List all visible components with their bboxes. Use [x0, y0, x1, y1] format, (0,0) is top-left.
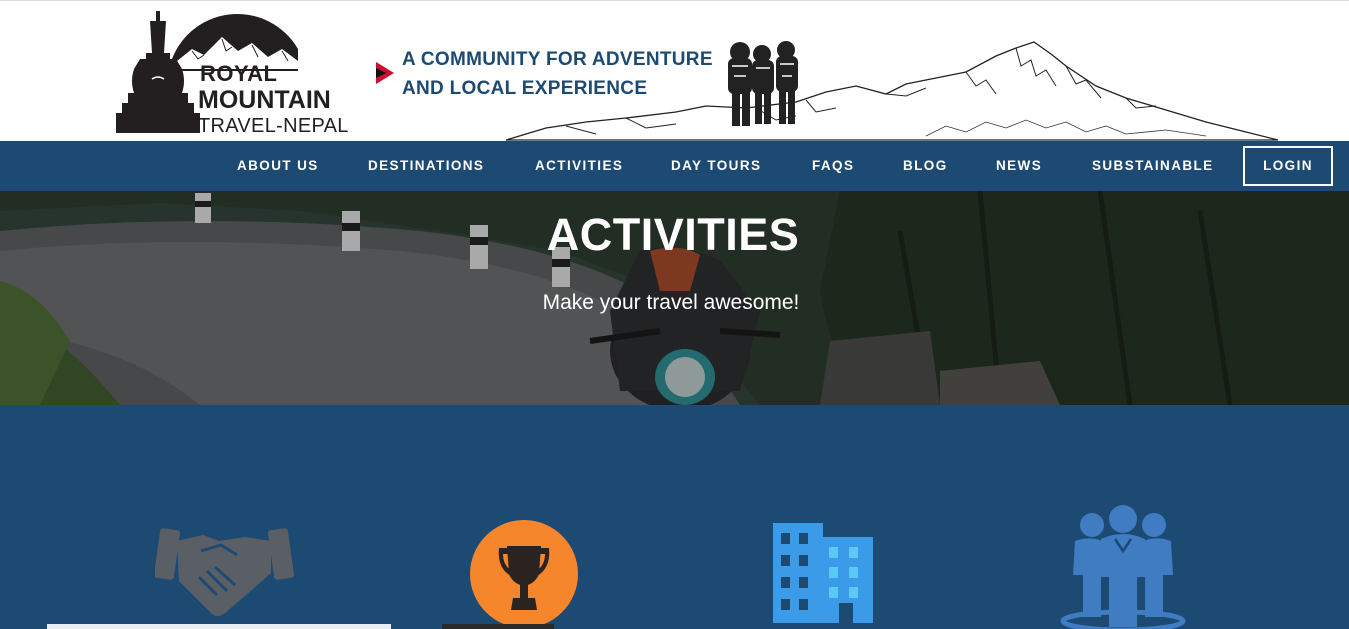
login-button[interactable]: LOGIN	[1243, 146, 1333, 186]
card-edge-2	[442, 624, 554, 629]
hero-title: ACTIVITIES	[546, 209, 800, 260]
site-logo[interactable]: ROYAL MOUNTAIN TRAVEL-NEPAL	[112, 9, 362, 139]
handshake-icon[interactable]	[155, 527, 295, 623]
nav-blog[interactable]: BLOG	[903, 141, 948, 191]
nav-news[interactable]: NEWS	[996, 141, 1042, 191]
logo-line-travel-nepal: TRAVEL-NEPAL	[198, 115, 349, 137]
hero-subtitle: Make your travel awesome!	[542, 291, 800, 314]
nav-about-us[interactable]: ABOUT US	[237, 141, 319, 191]
activities-section	[0, 405, 1349, 629]
tagline-arrow-inner-icon	[376, 68, 386, 78]
trophy-icon[interactable]	[469, 518, 579, 629]
card-edge-1	[47, 624, 391, 629]
main-navigation: ABOUT US DESTINATIONS ACTIVITIES DAY TOU…	[0, 141, 1349, 191]
nav-faqs[interactable]: FAQS	[812, 141, 854, 191]
logo-line-mountain: MOUNTAIN	[198, 86, 331, 114]
nav-substainable[interactable]: SUBSTAINABLE	[1092, 141, 1214, 191]
building-icon[interactable]	[773, 523, 873, 623]
nav-destinations[interactable]: DESTINATIONS	[368, 141, 484, 191]
nav-day-tours[interactable]: DAY TOURS	[671, 141, 761, 191]
logo-line-royal: ROYAL	[200, 61, 278, 86]
group-icon[interactable]	[1059, 505, 1187, 629]
site-header: ROYAL MOUNTAIN TRAVEL-NEPAL A COMMUNITY …	[0, 0, 1349, 141]
logo-wordmark: ROYAL MOUNTAIN TRAVEL-NEPAL	[198, 61, 349, 137]
hero-banner: ACTIVITIES Make your travel awesome!	[0, 191, 1349, 405]
trekkers-mountain-illustration	[506, 41, 1279, 141]
nav-activities[interactable]: ACTIVITIES	[535, 141, 623, 191]
